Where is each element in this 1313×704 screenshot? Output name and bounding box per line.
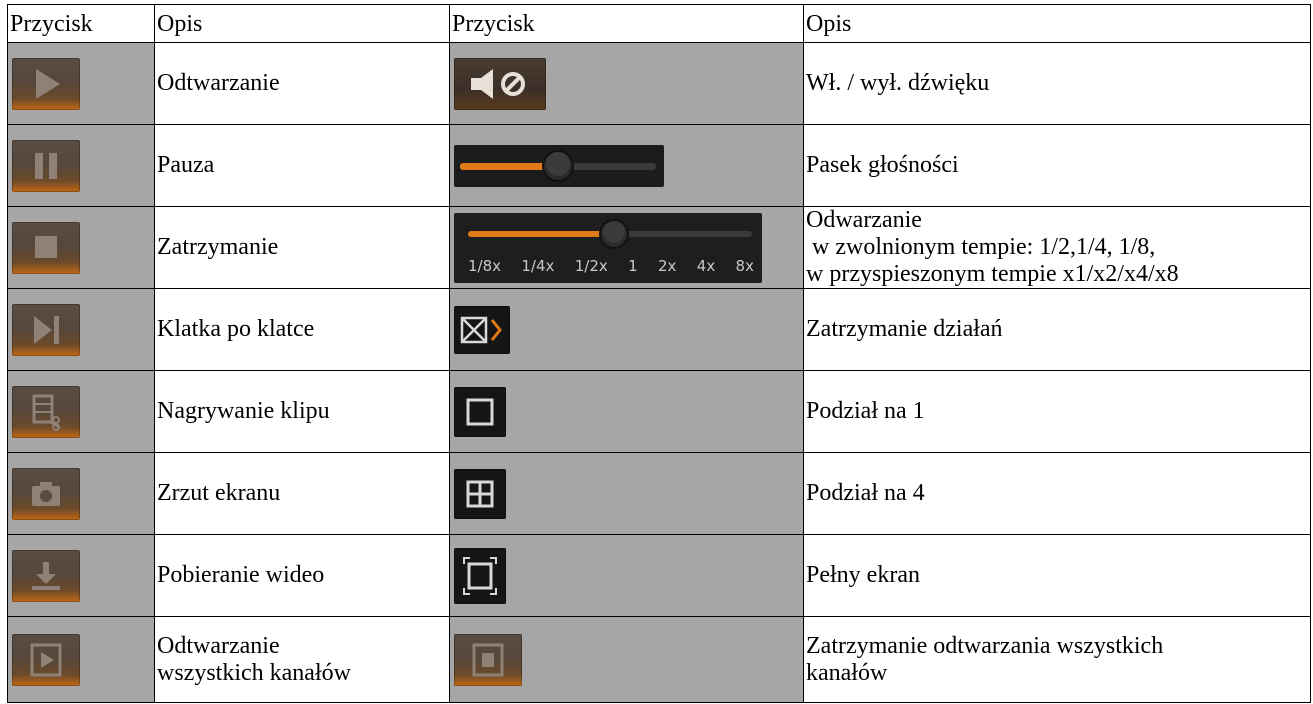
icon-cell	[7, 534, 155, 617]
table-row: Pauza Pasek głośności	[7, 124, 1311, 207]
icon-cell	[7, 288, 155, 371]
icon-cell	[449, 124, 804, 207]
icon-cell	[7, 616, 155, 703]
speed-label: 8x	[735, 256, 754, 275]
icon-cell	[449, 288, 804, 371]
table-row: Pobieranie wideo Pełny ekran	[7, 534, 1311, 617]
description: Pobieranie wideo	[154, 534, 450, 617]
icon-cell	[7, 370, 155, 453]
description-line: Odwarzanie	[806, 207, 922, 234]
description-line: kanałów	[806, 659, 888, 686]
speed-slider: 1/8x 1/4x 1/2x 1 2x 4x 8x	[454, 212, 762, 283]
description-line: wszystkich kanałów	[157, 659, 351, 686]
description: Zatrzymanie	[154, 206, 450, 289]
table-row: Odtwarzanie Wł. / wył. dźwięku	[7, 42, 1311, 125]
button-legend-table: Przycisk Opis Przycisk Opis Odtwarzanie …	[7, 4, 1311, 703]
icon-cell	[449, 452, 804, 535]
icon-cell	[449, 616, 804, 703]
header-description-col: Opis	[154, 4, 450, 43]
table-row: Odtwarzanie wszystkich kanałów Zatrzyman…	[7, 616, 1311, 703]
speed-label: 1/4x	[521, 256, 555, 275]
mute-icon	[454, 57, 546, 110]
description: Odtwarzanie	[154, 42, 450, 125]
speed-label: 4x	[696, 256, 716, 275]
description: Pasek głośności	[803, 124, 1311, 207]
split-1-icon	[454, 386, 506, 437]
speed-label: 1/2x	[574, 256, 608, 275]
table-row: Zatrzymanie 1/8x 1/4x 1/2x 1 2x 4x 8x Od…	[7, 206, 1311, 289]
description: Zatrzymanie działań	[803, 288, 1311, 371]
speed-label: 1	[628, 256, 638, 275]
header-button-col-2: Przycisk	[449, 4, 804, 43]
icon-cell	[7, 124, 155, 207]
table-row: Nagrywanie klipu Podział na 1	[7, 370, 1311, 453]
table-row: Zrzut ekranu Podział na 4	[7, 452, 1311, 535]
table-row: Klatka po klatce Zatrzymanie działań	[7, 288, 1311, 371]
fullscreen-icon	[454, 547, 506, 604]
volume-slider	[454, 144, 664, 187]
table-header-row: Przycisk Opis Przycisk Opis	[7, 4, 1311, 43]
description: Wł. / wył. dźwięku	[803, 42, 1311, 125]
pause-icon	[12, 139, 80, 192]
stop-actions-icon	[454, 305, 510, 354]
play-all-icon	[12, 633, 80, 686]
description-line: w przyspieszonym tempie x1/x2/x4/x8	[806, 260, 1179, 287]
description: Klatka po klatce	[154, 288, 450, 371]
description: Podział na 1	[803, 370, 1311, 453]
icon-cell	[449, 42, 804, 125]
icon-cell	[7, 452, 155, 535]
description: Pauza	[154, 124, 450, 207]
frame-by-frame-icon	[12, 303, 80, 356]
description: Zatrzymanie odtwarzania wszystkich kanał…	[803, 616, 1311, 703]
split-4-icon	[454, 468, 506, 519]
description: Zrzut ekranu	[154, 452, 450, 535]
description-line: Odtwarzanie	[157, 632, 280, 659]
icon-cell	[449, 370, 804, 453]
play-icon	[12, 57, 80, 110]
speed-label: 2x	[658, 256, 677, 275]
icon-cell: 1/8x 1/4x 1/2x 1 2x 4x 8x	[449, 206, 804, 289]
icon-cell	[449, 534, 804, 617]
stop-icon	[12, 221, 80, 274]
header-description-col-2: Opis	[803, 4, 1311, 43]
description: Odtwarzanie wszystkich kanałów	[154, 616, 450, 703]
stop-all-icon	[454, 633, 522, 686]
header-button-col: Przycisk	[7, 4, 155, 43]
description: Pełny ekran	[803, 534, 1311, 617]
icon-cell	[7, 206, 155, 289]
download-icon	[12, 549, 80, 602]
speed-labels: 1/8x 1/4x 1/2x 1 2x 4x 8x	[468, 257, 754, 275]
description: Nagrywanie klipu	[154, 370, 450, 453]
clip-record-icon	[12, 385, 80, 438]
description-line: w zwolnionym tempie: 1/2,1/4, 1/8,	[806, 234, 1156, 261]
description-line: Zatrzymanie odtwarzania wszystkich	[806, 632, 1164, 659]
camera-icon	[12, 467, 80, 520]
description: Odwarzanie w zwolnionym tempie: 1/2,1/4,…	[803, 206, 1311, 289]
speed-label: 1/8x	[468, 256, 502, 275]
icon-cell	[7, 42, 155, 125]
description: Podział na 4	[803, 452, 1311, 535]
